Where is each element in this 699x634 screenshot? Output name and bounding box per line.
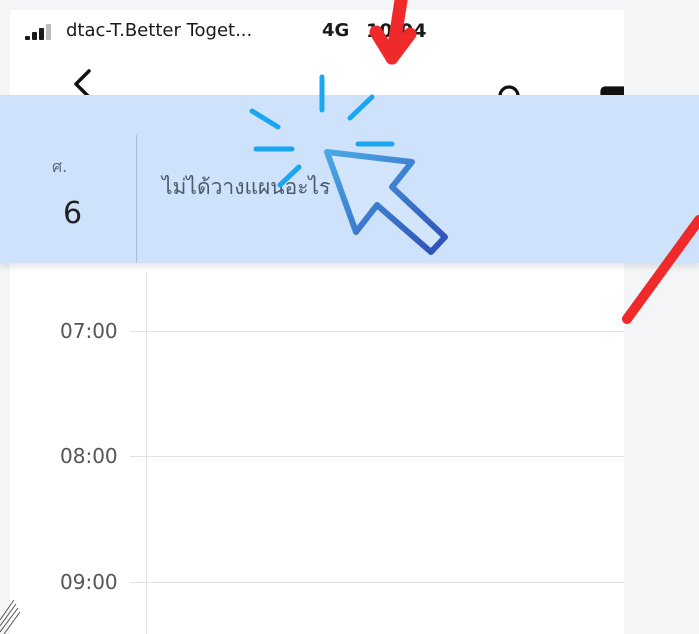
hour-gridline (130, 456, 624, 457)
status-bar: dtac-T.Better Toget... 4G 10:04 (10, 10, 624, 54)
weekday-label: ศ. (52, 157, 68, 176)
hour-label-0700: 07:00 (60, 319, 118, 343)
signal-icon (25, 24, 59, 40)
day-number[interactable]: 6 (63, 196, 82, 231)
status-time: 10:04 (366, 20, 427, 42)
all-day-event-text[interactable]: ไม่ได้วางแผนอะไร (162, 171, 330, 204)
all-day-row-highlight (0, 95, 699, 263)
hour-label-0800: 08:00 (60, 444, 118, 468)
hour-label-0900: 09:00 (60, 570, 118, 594)
network-type: 4G (322, 20, 350, 41)
hour-gridline (130, 331, 624, 332)
day-timeline[interactable] (147, 273, 624, 634)
hour-gridline (130, 582, 624, 583)
date-column-divider (136, 135, 137, 263)
carrier-name: dtac-T.Better Toget... (66, 20, 253, 41)
time-column-divider (146, 273, 147, 634)
